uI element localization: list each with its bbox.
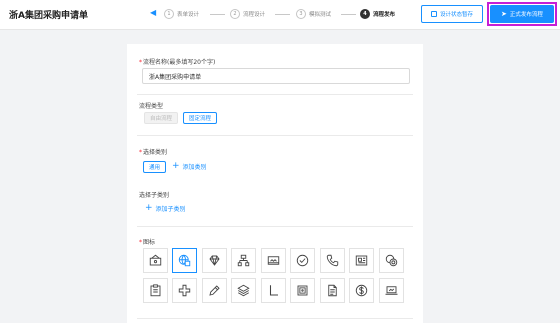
step-divider — [341, 14, 356, 15]
add-subcategory-label: 添加子类别 — [155, 206, 186, 213]
save-draft-label: 设计状态暂存 — [439, 12, 473, 18]
icon-field-label: *图标 — [139, 237, 155, 246]
coins-icon[interactable] — [379, 248, 404, 273]
type-label: 流程类型 — [139, 103, 164, 110]
flow-name-input[interactable] — [142, 68, 410, 84]
step-simulation[interactable]: 3 模拟测试 — [296, 8, 331, 20]
publish-button[interactable]: ➤ 正式发布流程 — [490, 5, 554, 23]
envelope-icon[interactable] — [261, 248, 286, 273]
step-divider — [210, 14, 225, 15]
step-number: 4 — [360, 9, 370, 19]
step-label: 表单设计 — [177, 12, 200, 18]
newspaper-icon[interactable] — [349, 248, 374, 273]
plus-icon: + — [145, 203, 153, 213]
app-title: 浙A集团采购申请单 — [9, 11, 88, 21]
step-label: 流程发布 — [373, 12, 396, 18]
step-flow-design[interactable]: 2 流程设计 — [230, 8, 265, 20]
icon-label-text: 图标 — [143, 239, 156, 246]
check-circle-icon[interactable] — [290, 248, 315, 273]
globe-cube-icon[interactable] — [172, 248, 197, 273]
type-option-free[interactable]: 自由流程 — [144, 112, 179, 124]
category-label-text: 选择类别 — [143, 149, 168, 156]
clipboard-icon[interactable] — [143, 278, 168, 303]
step-number: 3 — [296, 9, 306, 19]
category-field-label: *选择类别 — [139, 147, 167, 156]
chevron-left-icon[interactable]: ◀ — [150, 8, 156, 17]
publish-label: 正式发布流程 — [509, 12, 543, 18]
required-mark: * — [139, 149, 142, 156]
vault-icon[interactable] — [143, 248, 168, 273]
name-field-label: *流程名称(最多填写20个字) — [139, 57, 215, 66]
plus-cross-icon[interactable] — [172, 278, 197, 303]
safe-icon[interactable] — [290, 278, 315, 303]
network-icon[interactable] — [231, 248, 256, 273]
diamond-icon[interactable] — [202, 248, 227, 273]
step-publish[interactable]: 4 流程发布 — [360, 8, 395, 20]
type-option-fixed[interactable]: 固定流程 — [183, 112, 218, 124]
step-number: 2 — [230, 9, 240, 19]
top-bar: 浙A集团采购申请单 ◀ 1 表单设计 2 流程设计 3 模拟测试 4 流程发布 … — [0, 0, 560, 30]
subcategory-label: 选择子类别 — [139, 192, 170, 199]
required-mark: * — [139, 59, 142, 66]
corner-icon[interactable] — [261, 278, 286, 303]
step-divider — [275, 14, 290, 15]
laptop-icon[interactable] — [379, 278, 404, 303]
send-icon: ➤ — [501, 10, 507, 18]
divider — [137, 226, 413, 227]
name-label-text: 流程名称(最多填写20个字) — [143, 59, 216, 66]
dollar-icon[interactable] — [349, 278, 374, 303]
divider — [137, 94, 413, 95]
add-category-label: 添加类别 — [182, 164, 207, 171]
save-draft-button[interactable]: 设计状态暂存 — [421, 5, 483, 23]
add-subcategory-link[interactable]: + 添加子类别 — [145, 203, 186, 214]
step-number: 1 — [164, 9, 174, 19]
required-mark: * — [139, 239, 142, 246]
document-icon[interactable] — [320, 278, 345, 303]
step-label: 模拟测试 — [309, 12, 332, 18]
settings-card: *流程名称(最多填写20个字) 流程类型 自由流程 固定流程 *选择类别 通用 … — [127, 44, 423, 323]
add-category-link[interactable]: + 添加类别 — [172, 161, 207, 172]
save-icon — [430, 11, 437, 17]
edit-icon[interactable] — [202, 278, 227, 303]
step-label: 流程设计 — [243, 12, 266, 18]
step-form-design[interactable]: 1 表单设计 — [164, 8, 199, 20]
plus-icon: + — [172, 161, 180, 171]
category-tag-general[interactable]: 通用 — [143, 161, 167, 173]
divider — [137, 135, 413, 136]
phone-icon[interactable] — [320, 248, 345, 273]
layers-icon[interactable] — [231, 278, 256, 303]
divider — [137, 318, 413, 319]
